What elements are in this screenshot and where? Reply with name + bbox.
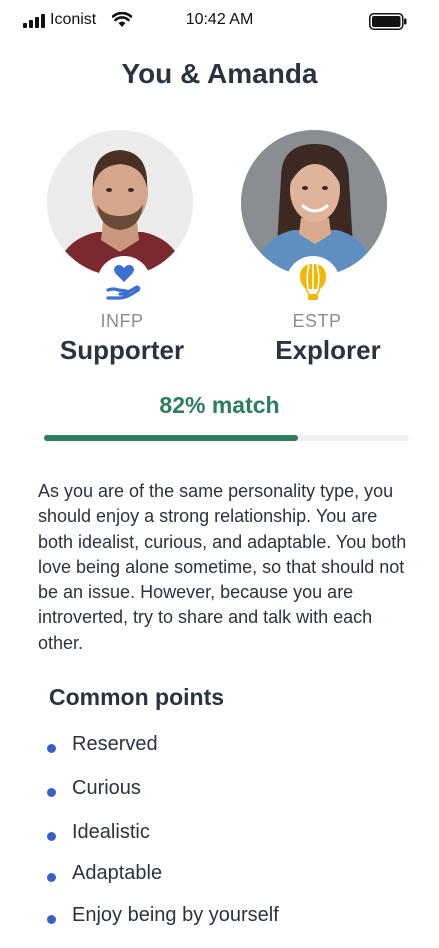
common-point-label: Adaptable [72, 862, 163, 884]
woman-portrait-image [241, 130, 387, 276]
user-avatar[interactable] [47, 130, 193, 276]
bullet-dot-icon [47, 788, 56, 797]
bullet-dot-icon [47, 915, 56, 924]
page-title: You & Amanda [121, 58, 318, 89]
amanda-type-code: ESTP [292, 311, 342, 331]
user-type-code: INFP [100, 311, 144, 331]
battery-icon [369, 13, 407, 30]
user-type-name: Supporter [59, 335, 185, 365]
common-point-item: Adaptable [47, 862, 417, 892]
match-percentage: 82% match [159, 392, 280, 418]
match-progress-fill [44, 435, 299, 441]
amanda-avatar[interactable] [241, 130, 387, 276]
hot-air-balloon-icon [300, 264, 326, 300]
common-point-item: Reserved [47, 733, 417, 763]
explorer-badge [286, 256, 340, 310]
status-bar: Iconist 10:42 AM [0, 0, 439, 42]
common-point-label: Curious [72, 777, 141, 799]
supporter-badge [97, 256, 151, 310]
bullet-dot-icon [47, 744, 56, 753]
amanda-type-name: Explorer [275, 335, 381, 365]
common-point-label: Idealistic [72, 821, 150, 843]
common-point-item: Enjoy being by yourself [47, 904, 417, 934]
bullet-dot-icon [47, 873, 56, 882]
match-progress-bar [44, 435, 409, 441]
common-point-label: Enjoy being by yourself [72, 904, 279, 926]
compatibility-description: As you are of the same personality type,… [38, 481, 407, 653]
common-point-item: Idealistic [47, 821, 417, 851]
bullet-dot-icon [47, 832, 56, 841]
heart-hand-icon [106, 264, 141, 300]
common-points-title: Common points [49, 684, 225, 710]
common-point-label: Reserved [72, 733, 158, 755]
common-point-item: Curious [47, 777, 417, 807]
man-portrait-image [47, 130, 193, 276]
